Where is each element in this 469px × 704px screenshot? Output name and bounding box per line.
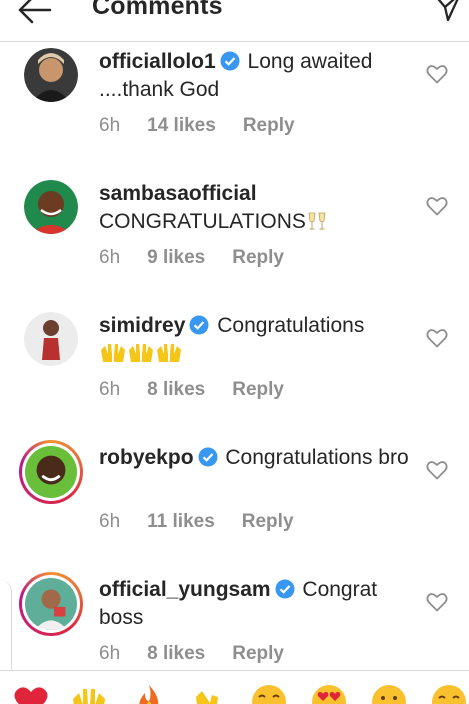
like-heart-icon[interactable] <box>426 64 448 84</box>
reply-button[interactable]: Reply <box>232 247 284 269</box>
comment-meta: 6h 8 likes Reply <box>99 379 311 401</box>
comment-likes[interactable]: 14 likes <box>147 115 216 137</box>
verified-badge-icon <box>198 447 218 467</box>
comment-item: sambasaofficial CONGRATULATIONS 6h 9 like… <box>0 180 469 312</box>
comment-username[interactable]: sambasaofficial <box>99 182 257 205</box>
verified-badge-icon <box>275 579 295 599</box>
comment-body: CONGRATULATIONS <box>99 210 306 233</box>
like-heart-icon[interactable] <box>426 196 448 216</box>
avatar-image <box>25 446 77 498</box>
raising-hands-icon <box>101 344 125 362</box>
comment-meta: 6h 9 likes Reply <box>99 247 311 269</box>
fire-icon[interactable] <box>130 683 168 704</box>
comment-text: robyekpo Congratulations bro <box>99 444 409 472</box>
verified-badge-icon <box>189 315 209 335</box>
comment-meta: 6h 14 likes Reply <box>99 115 322 137</box>
avatar-image <box>25 578 77 630</box>
header-bar: Comments <box>0 0 469 42</box>
reply-button[interactable]: Reply <box>243 115 295 137</box>
comment-item: robyekpo Congratulations bro 6h 11 likes R… <box>0 440 469 572</box>
reply-button[interactable]: Reply <box>232 643 284 665</box>
red-heart-icon[interactable] <box>12 683 50 704</box>
comment-username[interactable]: official_yungsam <box>99 578 271 601</box>
comment-time: 6h <box>99 247 121 268</box>
verified-badge-icon <box>220 51 240 71</box>
raising-hands-icon <box>157 344 181 362</box>
comment-body: Congratulations <box>217 314 365 337</box>
comment-time: 6h <box>99 511 121 532</box>
comment-text: officiallolo1 Long awaited ....thank God <box>99 48 409 104</box>
comment-item: officiallolo1 Long awaited ....thank God… <box>0 48 469 180</box>
comment-item: simidrey Congratulations 6h 8 likes Reply <box>0 312 469 444</box>
comment-username[interactable]: robyekpo <box>99 446 194 469</box>
comment-username[interactable]: officiallolo1 <box>99 50 216 73</box>
like-heart-icon[interactable] <box>426 460 448 480</box>
comment-username[interactable]: simidrey <box>99 314 185 337</box>
comment-text: official_yungsam Congrat boss <box>99 576 409 632</box>
comment-body: Congratulations bro <box>225 446 409 469</box>
crying-face-icon[interactable] <box>430 683 468 704</box>
comment-text: sambasaofficial CONGRATULATIONS <box>99 180 409 236</box>
page-title: Comments <box>92 0 223 20</box>
like-heart-icon[interactable] <box>426 592 448 612</box>
like-heart-icon[interactable] <box>426 328 448 348</box>
back-arrow-icon[interactable] <box>14 0 54 30</box>
champagne-glasses-icon <box>308 212 326 230</box>
comment-time: 6h <box>99 643 121 664</box>
avatar[interactable] <box>24 48 78 102</box>
comment-time: 6h <box>99 115 121 136</box>
emoji-reaction-bar <box>0 670 469 704</box>
reply-button[interactable]: Reply <box>232 379 284 401</box>
crying-laughing-face-icon[interactable] <box>250 683 288 704</box>
raising-hands-icon <box>129 344 153 362</box>
comment-text: simidrey Congratulations <box>99 312 409 368</box>
clapping-hands-icon[interactable] <box>190 683 228 704</box>
avatar-with-story-ring[interactable] <box>19 572 83 636</box>
avatar-with-story-ring[interactable] <box>19 440 83 504</box>
avatar-image <box>24 48 78 102</box>
comment-meta: 6h 11 likes Reply <box>99 511 321 533</box>
comment-likes[interactable]: 8 likes <box>147 643 205 665</box>
raising-hands-icon[interactable] <box>70 683 108 704</box>
avatar[interactable] <box>24 312 78 366</box>
raising-hands-emoji-row <box>99 342 183 365</box>
comment-meta: 6h 8 likes Reply <box>99 643 311 665</box>
astonished-face-icon[interactable] <box>370 683 408 704</box>
reply-button[interactable]: Reply <box>242 511 294 533</box>
avatar-image <box>24 312 78 366</box>
direct-send-icon[interactable] <box>432 0 462 22</box>
avatar-image <box>24 180 78 234</box>
comment-likes[interactable]: 9 likes <box>147 247 205 269</box>
heart-eyes-face-icon[interactable] <box>310 683 348 704</box>
comment-time: 6h <box>99 379 121 400</box>
comment-likes[interactable]: 8 likes <box>147 379 205 401</box>
comment-likes[interactable]: 11 likes <box>147 511 215 533</box>
avatar[interactable] <box>24 180 78 234</box>
